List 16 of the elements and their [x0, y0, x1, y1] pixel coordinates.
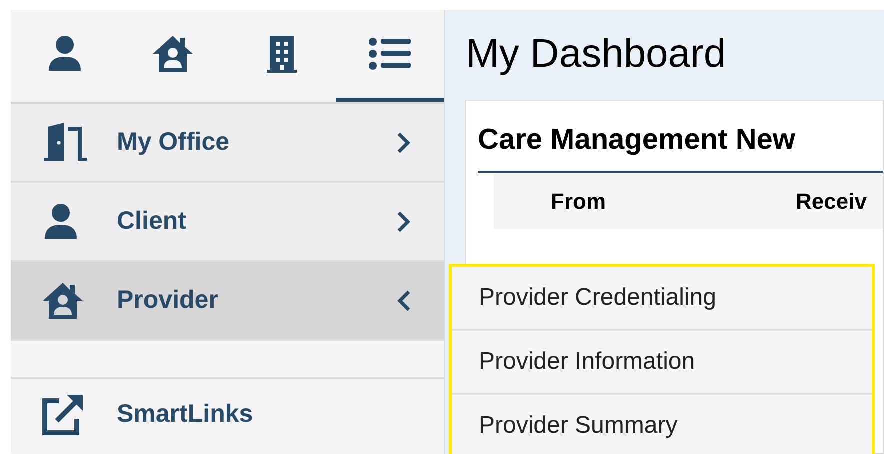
- external-link-icon: [41, 393, 85, 437]
- card-title: Care Management New: [478, 123, 796, 158]
- submenu-item[interactable]: Provider Credentialing: [452, 267, 872, 331]
- column-header: From: [551, 188, 606, 216]
- sidebar-item[interactable]: My Office: [11, 104, 444, 183]
- chevron-left-icon: [396, 288, 412, 312]
- sidebar-item[interactable]: Provider: [11, 262, 444, 341]
- house-person-icon: [41, 280, 85, 320]
- column-header: Receiv: [796, 188, 867, 216]
- submenu-item[interactable]: Provider Summary: [452, 395, 872, 454]
- house-person-icon: [151, 34, 196, 74]
- chevron-right-icon: [396, 210, 412, 234]
- submenu-item[interactable]: Provider Information: [452, 331, 872, 395]
- sidebar-item[interactable]: Client: [11, 183, 444, 262]
- chevron-right-icon: [396, 130, 412, 154]
- page-title: My Dashboard: [465, 31, 728, 78]
